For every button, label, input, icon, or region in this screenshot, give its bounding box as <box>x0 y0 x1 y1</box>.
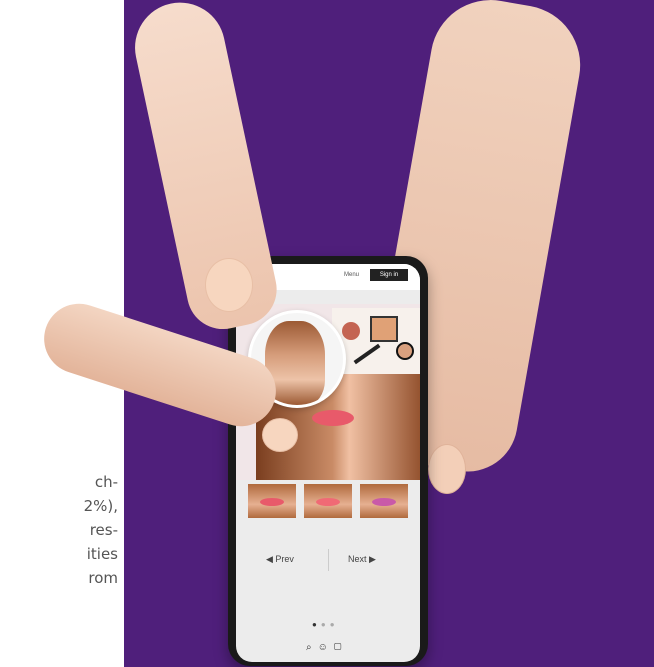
carousel-dot-active[interactable]: ● <box>312 620 321 629</box>
lip-shade-thumbnails <box>248 484 408 520</box>
text-line: 2%), <box>83 497 118 515</box>
next-label: Next <box>348 554 367 564</box>
carousel-dot[interactable]: ● <box>330 620 339 629</box>
lip-shade-option[interactable] <box>360 484 408 518</box>
cosmetics-flatlay <box>332 308 420 384</box>
signin-button[interactable]: Sign in <box>370 269 408 281</box>
blush-compact-icon <box>396 342 414 360</box>
phone-screen: < Menu Sign in ◀ Prev Next ▶ <box>236 264 420 662</box>
text-line: res- <box>89 521 118 539</box>
user-icon[interactable]: ☺ <box>318 642 334 653</box>
next-button[interactable]: Next ▶ <box>348 554 376 565</box>
lip-shade-option[interactable] <box>248 484 296 518</box>
prev-label: Prev <box>275 554 294 564</box>
menu-link[interactable]: Menu <box>344 272 359 278</box>
right-thumbnail <box>428 444 466 494</box>
text-line: ities <box>86 545 118 563</box>
nav-divider <box>328 549 329 571</box>
search-icon[interactable]: ⌕ <box>306 642 318 653</box>
lip-shade-option[interactable] <box>304 484 352 518</box>
lips <box>312 410 354 426</box>
carousel-dot[interactable]: ● <box>321 620 330 629</box>
bottom-icon-bar: ⌕☺▢ <box>306 642 347 653</box>
left-fingernail <box>262 418 298 452</box>
left-thumbnail <box>205 258 253 312</box>
text-line: rom <box>88 569 118 587</box>
article-text-fragment: ch- 2%), res- ities rom <box>0 470 118 590</box>
text-line: ch- <box>94 473 118 491</box>
makeup-brush-icon <box>353 343 381 365</box>
carousel-dots: ●●● <box>312 620 339 629</box>
prev-button[interactable]: ◀ Prev <box>266 554 294 565</box>
bag-icon[interactable]: ▢ <box>334 642 348 653</box>
powder-compact-icon <box>342 322 360 340</box>
eyeshadow-palette-icon <box>370 316 398 342</box>
